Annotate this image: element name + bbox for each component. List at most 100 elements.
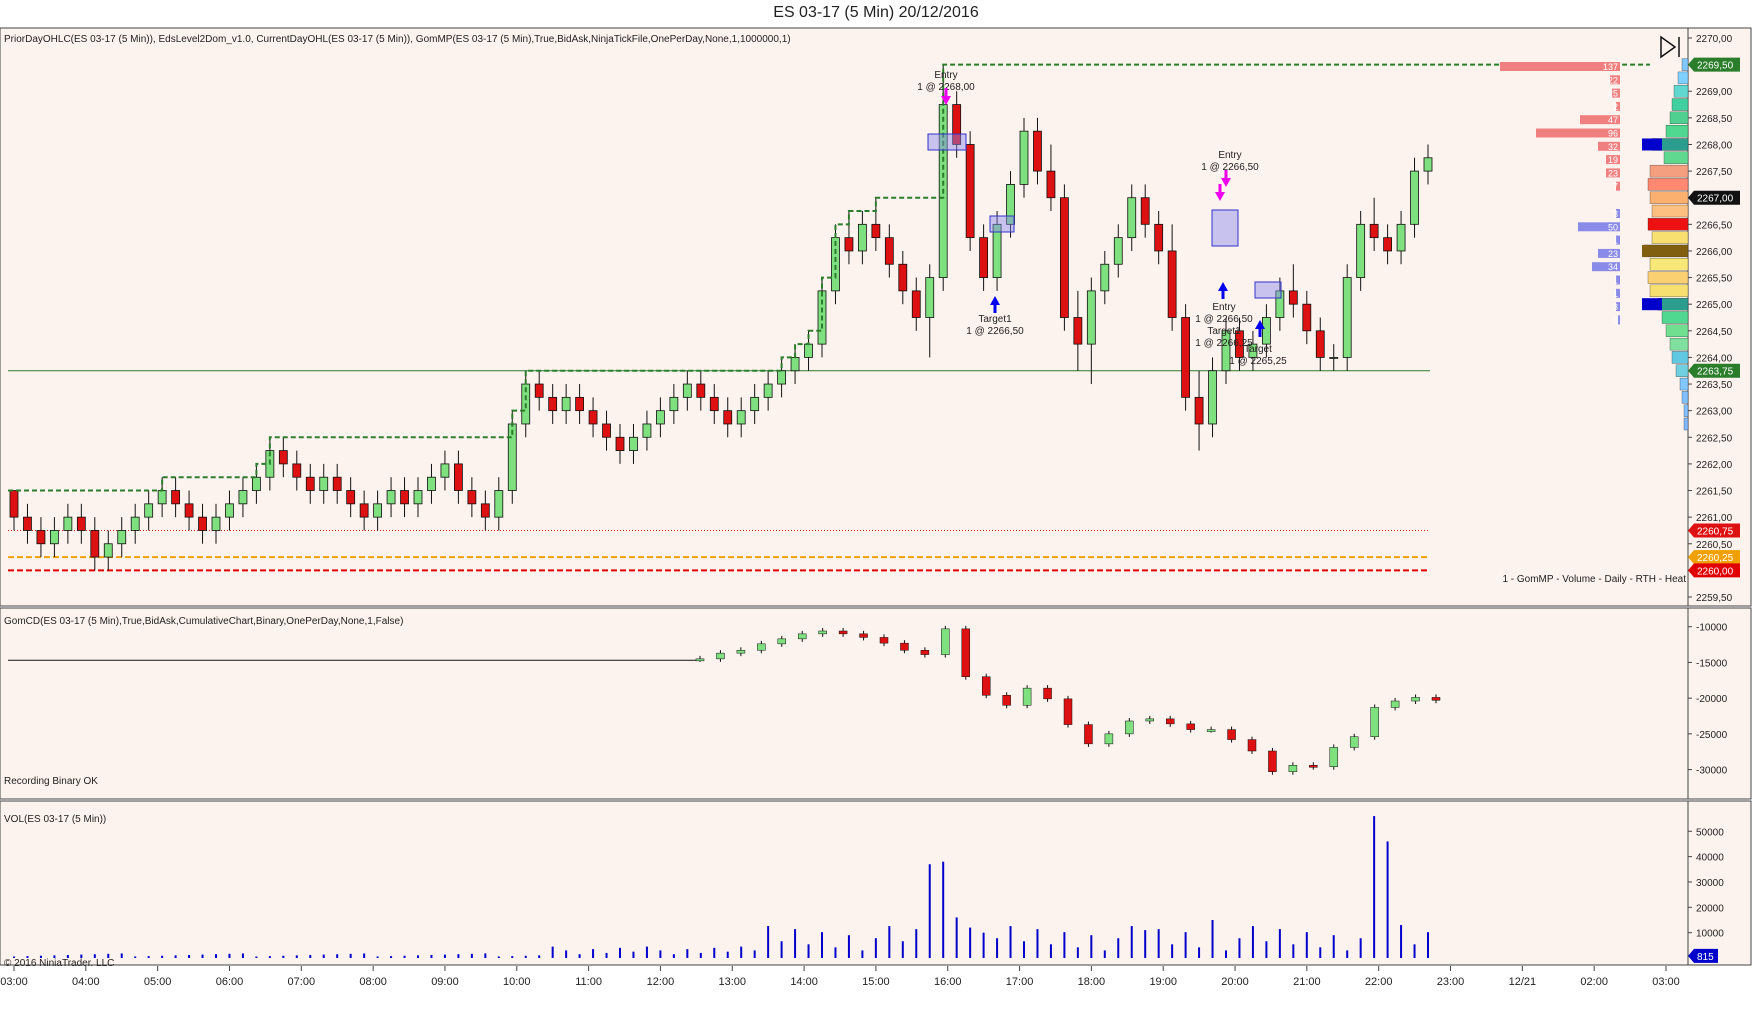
candle-body <box>184 503 194 518</box>
volume-bar <box>1386 841 1389 958</box>
dom-ask-size: 47 <box>1608 115 1618 125</box>
candle-body <box>534 383 544 398</box>
volume-bar <box>726 951 729 958</box>
volume-bar <box>794 929 797 958</box>
price-tick-label: 2268,00 <box>1696 140 1733 151</box>
trade-annotation: 1 @ 2266,50 <box>1201 162 1259 173</box>
volume-bar <box>134 956 137 958</box>
price-tick-label: 2259,50 <box>1696 593 1733 604</box>
volume-bar <box>1117 938 1120 958</box>
volume-bar <box>1036 929 1039 958</box>
volume-profile-bar <box>1647 218 1689 231</box>
volume-bar <box>632 951 635 958</box>
dom-ask-size: 22 <box>1608 75 1618 85</box>
volume-profile-bar <box>1669 111 1689 125</box>
volume-profile-bar <box>1681 58 1689 71</box>
candle-body <box>346 490 356 505</box>
candle-body <box>898 263 908 292</box>
delta-bar <box>695 658 705 662</box>
chart-canvas[interactable]: 2270,00 2269,50 2269,00 2268,50 2268,00 2267,… <box>0 0 1752 1015</box>
volume-bar <box>713 947 716 958</box>
volume-bar <box>390 956 393 958</box>
candle-body <box>1181 317 1190 398</box>
candle-body <box>494 490 504 518</box>
candle-body <box>1086 290 1096 345</box>
candle-body <box>925 277 935 318</box>
volume-bar <box>120 953 123 958</box>
volume-bar <box>699 952 702 958</box>
candle-body <box>736 410 746 425</box>
candle-body <box>144 503 154 518</box>
price-flag-label: 2260,25 <box>1697 553 1734 564</box>
candle-body <box>211 516 221 531</box>
price-flag-label: 2263,75 <box>1697 367 1734 378</box>
candle-body <box>804 343 813 358</box>
candle-body <box>858 223 867 252</box>
volume-bar <box>228 953 231 958</box>
volume-profile-bar <box>1669 337 1689 351</box>
volume-bar <box>1251 926 1254 958</box>
time-tick-label: 19:00 <box>1149 976 1177 988</box>
price-tick-label: 2266,00 <box>1696 247 1733 258</box>
volume-bar <box>511 956 514 958</box>
candle-body <box>790 357 800 372</box>
price-tick-label: 2261,00 <box>1696 513 1733 524</box>
candle-body <box>979 237 988 278</box>
volume-bar <box>1427 932 1429 958</box>
volume-profile-bar <box>1647 178 1689 191</box>
volume-bar <box>1305 932 1308 958</box>
trade-annotation: Entry <box>1218 150 1241 161</box>
time-tick-label: 16:00 <box>934 976 962 988</box>
candle-body <box>750 396 760 412</box>
candle-body <box>1208 370 1217 425</box>
candle-body <box>23 516 32 531</box>
volume-bar <box>928 864 931 958</box>
delta-bar <box>1022 687 1032 706</box>
volume-tick-label: 30000 <box>1696 878 1724 889</box>
delta-bar <box>1165 718 1175 725</box>
volume-bar <box>538 955 541 958</box>
dom-bid-bar <box>1618 315 1620 325</box>
dom-ask-size: 25 <box>1608 89 1618 99</box>
time-tick-label: 13:00 <box>718 976 746 988</box>
volume-bar <box>201 954 204 958</box>
candle-body <box>130 516 140 531</box>
time-axis[interactable] <box>0 966 1752 1015</box>
volume-bar <box>1400 925 1403 958</box>
volume-bar <box>1130 926 1133 958</box>
delta-bar <box>1309 765 1318 768</box>
volume-bar <box>268 956 271 958</box>
dom-bid-size: 34 <box>1608 262 1618 272</box>
time-tick-label: 15:00 <box>862 976 890 988</box>
delta-bar <box>1247 739 1257 752</box>
dom-ask-size: 32 <box>1608 142 1618 152</box>
volume-bar <box>1319 947 1322 958</box>
volume-tick-label: 50000 <box>1696 827 1724 838</box>
volume-bar <box>1265 941 1268 958</box>
volume-bar <box>1211 919 1214 958</box>
trade-annotation: 1 @ 2265,25 <box>1229 356 1287 367</box>
volume-profile-bar <box>1643 244 1689 258</box>
time-tick-label: 08:00 <box>359 976 387 988</box>
volume-bar <box>605 952 608 958</box>
candle-body <box>1033 130 1042 172</box>
target-arrow-shaft <box>993 305 997 313</box>
panel-volume[interactable] <box>0 800 1689 966</box>
panel-price[interactable] <box>0 27 1689 607</box>
delta-bar <box>1104 733 1114 745</box>
volume-bar <box>753 950 756 958</box>
delta-bar <box>859 633 868 638</box>
candle-body <box>1315 330 1325 358</box>
dom-ask-size: 137 <box>1603 62 1618 72</box>
delta-bar <box>1227 729 1236 740</box>
delta-legend: GomCD(ES 03-17 (5 Min),True,BidAsk,Cumul… <box>4 616 403 627</box>
delta-bar <box>716 652 725 660</box>
volume-profile-bar <box>1649 191 1689 204</box>
candle-body <box>9 490 19 518</box>
candle-body <box>1262 317 1271 345</box>
panel-cumulative-delta[interactable] <box>0 607 1689 800</box>
volume-bar <box>363 953 366 958</box>
candle-body <box>1423 157 1433 172</box>
candle-body <box>467 490 477 505</box>
time-tick-label: 20:00 <box>1221 976 1249 988</box>
